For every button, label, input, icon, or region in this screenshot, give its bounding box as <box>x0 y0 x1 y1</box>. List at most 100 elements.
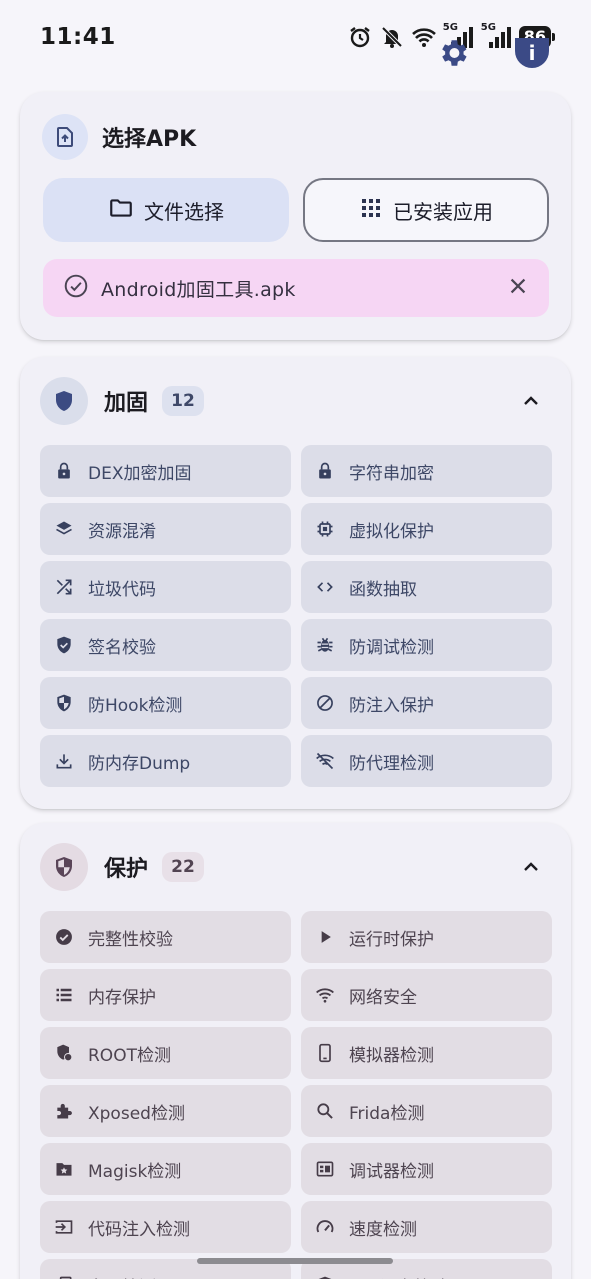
option-chip[interactable]: 调试器检测 <box>301 1143 552 1195</box>
option-chip[interactable]: 防内存Dump <box>40 735 291 787</box>
lock-icon <box>54 461 74 481</box>
option-chip[interactable]: Xposed检测 <box>40 1085 291 1137</box>
lock-icon <box>315 461 335 481</box>
shield-icon <box>315 1275 335 1279</box>
option-chip[interactable]: 字符串加密 <box>301 445 552 497</box>
option-label: 调试器检测 <box>349 1161 434 1182</box>
speed-icon <box>315 1217 335 1237</box>
check-circle-icon <box>63 273 89 304</box>
option-chip[interactable]: 资源混淆 <box>40 503 291 555</box>
selected-file-name: Android加固工具.apk <box>101 278 296 301</box>
option-label: 速度检测 <box>349 1219 417 1240</box>
clear-file-close-icon[interactable] <box>507 275 529 302</box>
option-label: 函数抽取 <box>349 579 417 600</box>
option-chip[interactable]: 防注入保护 <box>301 677 552 729</box>
option-label: DEX加密加固 <box>88 463 192 484</box>
option-chip[interactable]: ROOT检测 <box>40 1027 291 1079</box>
check-circle-icon <box>54 927 74 947</box>
block-icon <box>315 693 335 713</box>
home-indicator[interactable] <box>197 1258 393 1264</box>
option-chip[interactable]: 模拟器检测 <box>301 1027 552 1079</box>
puzzle-icon <box>54 1101 74 1121</box>
option-chip[interactable]: 垃圾代码 <box>40 561 291 613</box>
search-icon <box>315 1101 335 1121</box>
protection-section-title: 保护 <box>104 857 149 882</box>
installed-apps-label: 已安装应用 <box>393 199 493 224</box>
option-label: 代码注入检测 <box>88 1219 190 1240</box>
option-chip[interactable]: 虚拟化保护 <box>301 503 552 555</box>
option-chip[interactable]: 函数抽取 <box>301 561 552 613</box>
folder-star-icon <box>54 1159 74 1179</box>
option-label: 多开检测 <box>88 1273 156 1279</box>
option-chip[interactable]: 防Hook检测 <box>40 677 291 729</box>
alarm-icon <box>347 24 373 50</box>
option-chip[interactable]: 运行时保护 <box>301 911 552 963</box>
option-label: ROOT检测 <box>88 1045 171 1066</box>
option-chip[interactable]: 防调试检测 <box>301 619 552 671</box>
option-label: 模拟器检测 <box>349 1045 434 1066</box>
option-chip[interactable]: 防代理检测 <box>301 735 552 787</box>
option-label: 防代理检测 <box>349 753 434 774</box>
option-label: 字符串加密 <box>349 463 434 484</box>
apk-card-title: 选择APK <box>102 127 197 152</box>
option-label: 资源混淆 <box>88 521 156 542</box>
protection-section-header[interactable]: 保护 22 <box>40 843 551 891</box>
protection-options-grid: 完整性校验 运行时保护内存保护 网络安全 ROOT检测 模拟器检测 Xposed检测 Fri… <box>40 911 552 1279</box>
chevron-up-icon[interactable] <box>519 389 543 413</box>
list-icon <box>54 985 74 1005</box>
option-label: 内存保护 <box>88 987 156 1008</box>
option-label: 防注入保护 <box>349 695 434 716</box>
option-chip[interactable]: 速度检测 <box>301 1201 552 1253</box>
option-label: Frida检测 <box>349 1103 425 1124</box>
option-chip[interactable]: 代码注入检测 <box>40 1201 291 1253</box>
status-bar: 11:41 5G 5G 86 <box>0 0 591 76</box>
option-label: 签名校验 <box>88 637 156 658</box>
option-label: 网络安全 <box>349 987 417 1008</box>
download-icon <box>54 751 74 771</box>
chip-icon <box>315 519 335 539</box>
network-type-2: 5G <box>480 22 496 33</box>
protection-section: 保护 22 完整性校验 运行时保护内存保护 网络安全 ROOT检测 模拟器检测 Xpose… <box>20 823 571 1279</box>
admin-icon <box>54 1043 74 1063</box>
status-time: 11:41 <box>40 24 116 50</box>
chevron-up-icon[interactable] <box>519 855 543 879</box>
option-chip[interactable]: DEX加密加固 <box>40 445 291 497</box>
option-chip[interactable]: 网络安全 <box>301 969 552 1021</box>
apps-grid-icon <box>359 196 383 225</box>
input-icon <box>54 1217 74 1237</box>
bell-off-icon <box>379 24 405 50</box>
hardening-count-badge: 12 <box>162 386 205 416</box>
option-label: 防Hook检测 <box>88 695 183 716</box>
option-label: Xposed检测 <box>88 1103 185 1124</box>
shield-icon <box>40 377 88 425</box>
option-chip[interactable]: Frida检测 <box>301 1085 552 1137</box>
protection-count-badge: 22 <box>162 852 205 882</box>
option-label: 防调试检测 <box>349 637 434 658</box>
hardening-section-title: 加固 <box>104 391 149 416</box>
half-shield-icon <box>40 843 88 891</box>
option-chip[interactable]: Magisk检测 <box>40 1143 291 1195</box>
option-label: 垃圾代码 <box>88 579 156 600</box>
option-label: SSL证书校验 <box>349 1273 448 1279</box>
folder-icon <box>108 195 134 226</box>
code-icon <box>315 577 335 597</box>
option-label: 完整性校验 <box>88 929 173 950</box>
installed-apps-button[interactable]: 已安装应用 <box>303 178 549 242</box>
option-label: 虚拟化保护 <box>349 521 434 542</box>
layers-icon <box>54 519 74 539</box>
bug-icon <box>315 635 335 655</box>
settings-gear-icon[interactable] <box>436 36 470 70</box>
option-chip[interactable]: 完整性校验 <box>40 911 291 963</box>
file-select-button[interactable]: 文件选择 <box>43 178 289 242</box>
hardening-options-grid: DEX加密加固 字符串加密资源混淆 虚拟化保护垃圾代码 函数抽取签名校验 防调试检测防H… <box>40 445 552 787</box>
option-chip[interactable]: 内存保护 <box>40 969 291 1021</box>
wifi-status-icon <box>411 24 437 50</box>
apk-upload-icon <box>42 114 88 160</box>
apk-card-header: 选择APK <box>42 114 196 160</box>
selected-file-chip: Android加固工具.apk <box>43 259 549 317</box>
option-label: 运行时保护 <box>349 929 434 950</box>
phone-icon <box>315 1043 335 1063</box>
terminal-icon <box>315 1159 335 1179</box>
option-chip[interactable]: 签名校验 <box>40 619 291 671</box>
hardening-section-header[interactable]: 加固 12 <box>40 377 551 425</box>
